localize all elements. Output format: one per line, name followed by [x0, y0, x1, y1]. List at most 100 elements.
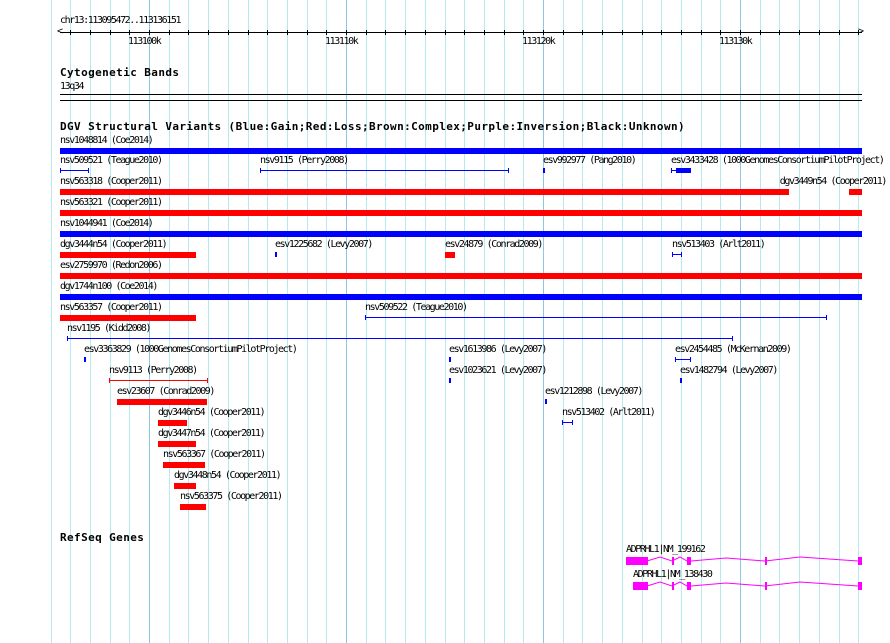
ruler-tick — [720, 30, 721, 35]
sv-end-cap — [365, 315, 366, 320]
sv-bar[interactable] — [676, 168, 690, 173]
sv-feature-label[interactable]: esv3433428 (1000GenomesConsortiumPilotPr… — [671, 155, 885, 166]
sv-feature-label[interactable]: esv1613986 (Levy2007) — [449, 344, 547, 355]
sv-end-cap — [508, 168, 509, 173]
sv-line[interactable] — [67, 338, 732, 339]
grid-line — [326, 0, 327, 643]
sv-feature-label[interactable]: dgv3446n54 (Cooper2011) — [158, 407, 266, 418]
grid-line — [228, 0, 229, 643]
ruler-tick — [799, 30, 800, 35]
sv-feature-label[interactable]: dgv3448n54 (Cooper2011) — [174, 470, 282, 481]
sv-feature-label[interactable]: nsv1195 (Kidd2008) — [67, 323, 152, 334]
sv-bar[interactable] — [849, 189, 862, 195]
sv-bar[interactable] — [117, 399, 207, 405]
sv-line[interactable] — [109, 380, 207, 381]
sv-feature-label[interactable]: nsv509521 (Teague2010) — [60, 155, 163, 166]
sv-feature-label[interactable]: nsv509522 (Teague2010) — [365, 302, 468, 313]
sv-feature-label[interactable]: esv2454485 (McKernan2009) — [675, 344, 792, 355]
sv-bar[interactable] — [174, 483, 196, 489]
sv-feature-label[interactable]: nsv563375 (Cooper2011) — [180, 491, 283, 502]
grid-line — [504, 0, 505, 643]
sv-bar[interactable] — [445, 252, 455, 258]
sv-feature-label[interactable]: esv1212898 (Levy2007) — [545, 386, 643, 397]
sv-feature-label[interactable]: dgv3449n54 (Cooper2011) — [780, 176, 888, 187]
grid-line — [720, 0, 721, 643]
sv-feature-label[interactable]: nsv1044941 (Coe2014) — [60, 218, 154, 229]
sv-feature-label[interactable]: esv1482794 (Levy2007) — [680, 365, 778, 376]
sv-feature-label[interactable]: nsv1048814 (Coe2014) — [60, 135, 154, 146]
sv-bar[interactable] — [158, 420, 187, 426]
sv-feature-label[interactable]: nsv513403 (Arlt2011) — [672, 239, 766, 250]
sv-bar[interactable] — [60, 294, 862, 300]
gene-model[interactable] — [633, 581, 862, 590]
ruler-tick — [464, 30, 465, 35]
ruler-axis — [60, 32, 862, 33]
sv-feature-label[interactable]: esv2759970 (Redon2006) — [60, 260, 163, 271]
sv-line[interactable] — [675, 359, 690, 360]
arrow-left-icon[interactable]: < — [57, 26, 63, 37]
sv-feature-label[interactable]: nsv563318 (Cooper2011) — [60, 176, 163, 187]
grid-line — [839, 0, 840, 643]
sv-end-cap — [109, 378, 110, 383]
grid-line — [484, 0, 485, 643]
track-title[interactable]: Cytogenetic Bands — [60, 67, 179, 79]
gene-label[interactable]: ADPRHL1|NM_138430 — [633, 569, 713, 580]
sv-end-cap — [681, 252, 682, 257]
gene-label[interactable]: ADPRHL1|NM_199162 — [626, 544, 706, 555]
sv-feature-label[interactable]: nsv563321 (Cooper2011) — [60, 197, 163, 208]
sv-feature-label[interactable]: nsv563367 (Cooper2011) — [163, 449, 266, 460]
sv-feature-label[interactable]: esv3363829 (1000GenomesConsortiumPilotPr… — [84, 344, 298, 355]
grid-line — [799, 0, 800, 643]
grid-line — [819, 0, 820, 643]
ruler-tick — [523, 30, 524, 35]
grid-line — [307, 0, 308, 643]
sv-feature-label[interactable]: dgv3444n54 (Cooper2011) — [60, 239, 168, 250]
sv-end-cap — [690, 357, 691, 362]
sv-line[interactable] — [672, 254, 681, 255]
sv-end-cap — [276, 252, 277, 257]
grid-line — [346, 0, 347, 643]
grid-line — [169, 0, 170, 643]
sv-line[interactable] — [60, 170, 88, 171]
sv-bar[interactable] — [163, 462, 205, 468]
grid-line — [110, 0, 111, 643]
sv-feature-label[interactable]: nsv513402 (Arlt2011) — [562, 407, 656, 418]
sv-bar[interactable] — [60, 210, 862, 216]
sv-feature-label[interactable]: nsv563357 (Cooper2011) — [60, 302, 163, 313]
ruler-tick — [307, 30, 308, 35]
sv-end-cap — [681, 378, 682, 383]
sv-bar[interactable] — [60, 315, 196, 321]
track-title[interactable]: DGV Structural Variants (Blue:Gain;Red:L… — [60, 121, 685, 133]
ruler-tick-label: 113120k — [522, 36, 556, 47]
sv-bar[interactable] — [60, 252, 196, 258]
sv-feature-label[interactable]: nsv9113 (Perry2008) — [109, 365, 198, 376]
sv-line[interactable] — [562, 422, 572, 423]
sv-bar[interactable] — [60, 148, 862, 154]
sv-line[interactable] — [260, 170, 508, 171]
ruler-tick — [661, 30, 662, 35]
ruler-tick — [425, 30, 426, 35]
sv-end-cap — [826, 315, 827, 320]
arrow-right-icon[interactable]: > — [858, 26, 864, 37]
sv-feature-label[interactable]: dgv3447n54 (Cooper2011) — [158, 428, 266, 439]
sv-feature-label[interactable]: esv1225682 (Levy2007) — [275, 239, 373, 250]
sv-feature-label[interactable]: esv24879 (Conrad2009) — [445, 239, 543, 250]
sv-bar[interactable] — [60, 273, 862, 279]
grid-line — [622, 0, 623, 643]
sv-end-cap — [260, 168, 261, 173]
sv-feature-label[interactable]: nsv9115 (Perry2008) — [260, 155, 349, 166]
sv-feature-label[interactable]: esv992977 (Pang2010) — [543, 155, 637, 166]
sv-feature-label[interactable]: dgv1744n100 (Coe2014) — [60, 281, 158, 292]
track-title[interactable]: RefSeq Genes — [60, 532, 144, 544]
sv-bar[interactable] — [60, 231, 862, 237]
ruler-tick — [445, 30, 446, 35]
sv-feature-label[interactable]: esv1023621 (Levy2007) — [449, 365, 547, 376]
sv-bar[interactable] — [60, 189, 789, 195]
sv-bar[interactable] — [180, 504, 206, 510]
gene-exon — [765, 557, 767, 565]
sv-line[interactable] — [365, 317, 826, 318]
sv-bar[interactable] — [158, 441, 196, 447]
cytoband-bar[interactable] — [60, 94, 862, 95]
sv-feature-label[interactable]: esv23607 (Conrad2009) — [117, 386, 215, 397]
grid-line — [760, 0, 761, 643]
